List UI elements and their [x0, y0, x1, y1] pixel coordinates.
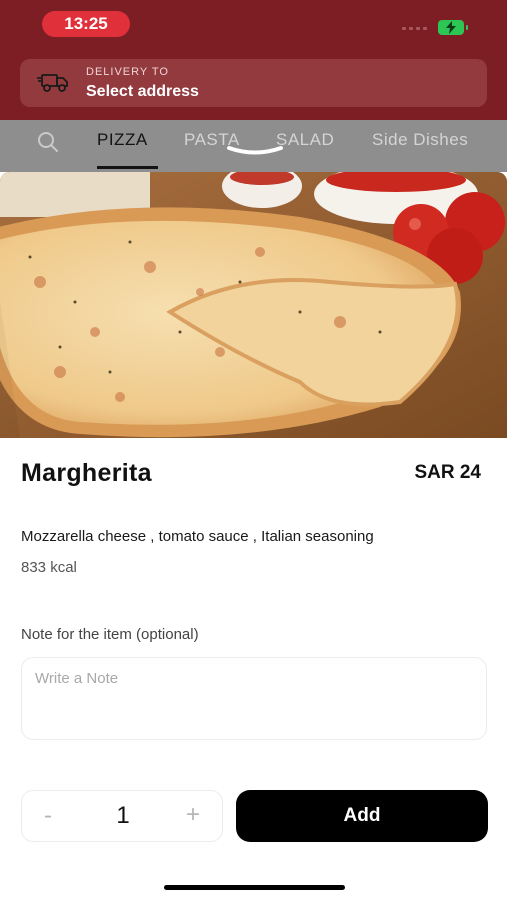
item-price: SAR 24	[414, 462, 481, 483]
delivery-label: DELIVERY TO	[86, 66, 169, 78]
note-label: Note for the item (optional)	[21, 626, 199, 643]
delivery-truck-icon	[37, 74, 68, 92]
item-name: Margherita	[21, 459, 152, 487]
item-image	[0, 172, 507, 438]
tab-pizza[interactable]: PIZZA	[97, 130, 148, 150]
battery-charging-icon	[438, 20, 468, 35]
delivery-address-selector[interactable]: DELIVERY TO Select address	[20, 59, 487, 107]
collapse-chevron-icon[interactable]	[225, 144, 285, 158]
item-description: Mozzarella cheese , tomato sauce , Itali…	[21, 528, 374, 545]
header: 13:25 DELIVERY TO Select address	[0, 0, 507, 120]
home-indicator	[164, 885, 345, 890]
add-button[interactable]: Add	[236, 790, 488, 842]
status-time: 13:25	[42, 11, 130, 37]
cellular-signal-icon	[402, 27, 427, 30]
tab-side-dishes[interactable]: Side Dishes	[372, 130, 468, 150]
note-field[interactable]	[21, 657, 487, 740]
active-tab-indicator	[97, 166, 158, 169]
item-calories: 833 kcal	[21, 559, 77, 576]
delivery-address: Select address	[86, 83, 199, 100]
quantity-stepper: - 1 +	[21, 790, 223, 842]
increase-quantity-button[interactable]: +	[186, 801, 200, 829]
search-icon[interactable]	[36, 130, 60, 154]
